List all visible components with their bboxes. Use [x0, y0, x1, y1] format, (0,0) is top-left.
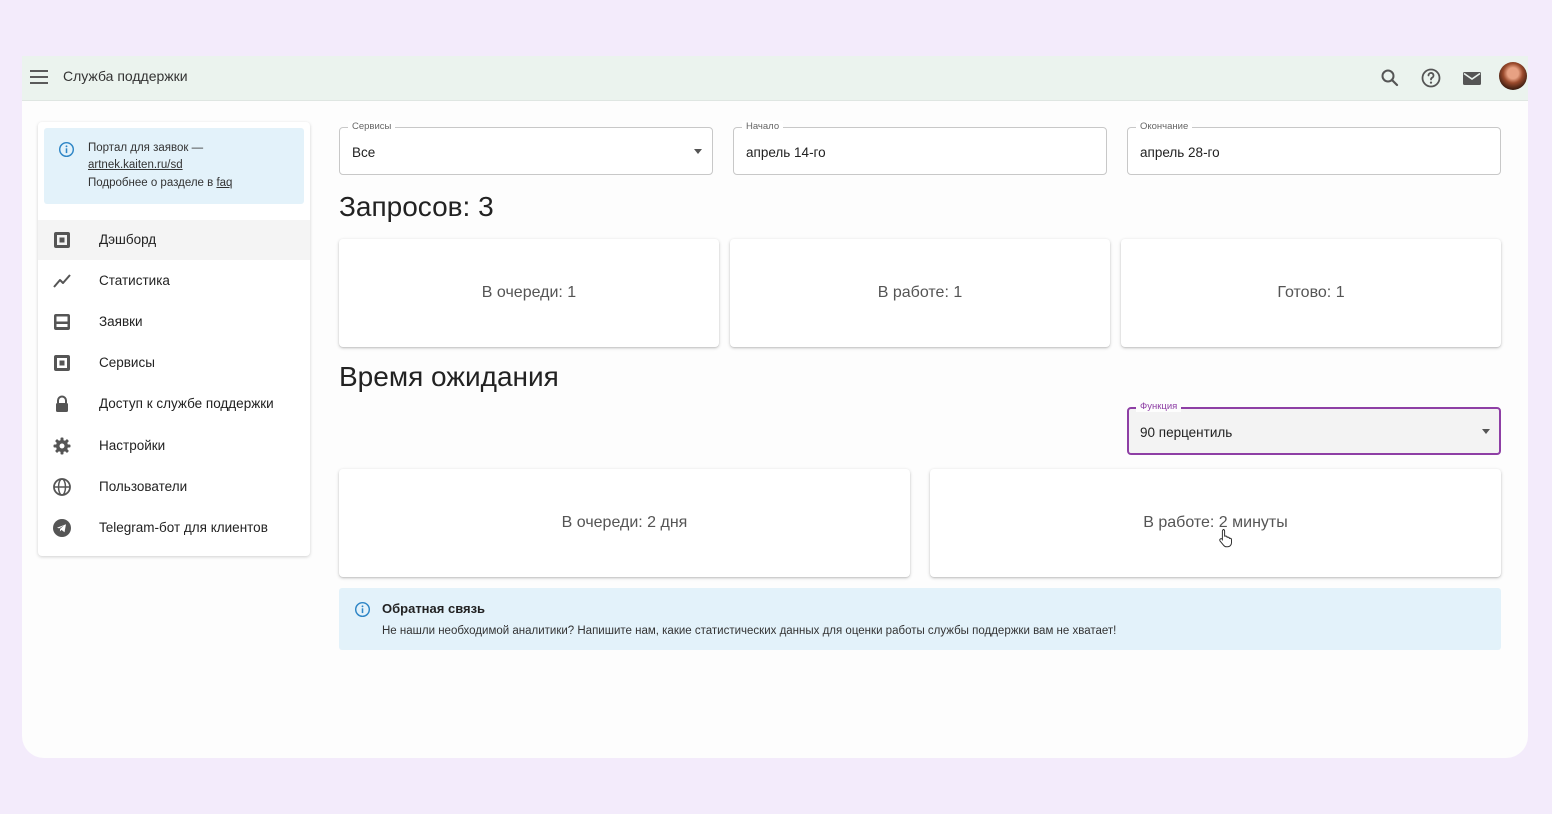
feedback-banner: Обратная связь Не нашли необходимой анал… [339, 588, 1501, 650]
portal-link[interactable]: artnek.kaiten.ru/sd [88, 159, 183, 171]
services-select-value: Все [352, 145, 376, 160]
services-icon [54, 355, 70, 371]
queue-count-card: В очереди: 1 [339, 239, 719, 347]
feedback-title: Обратная связь [382, 601, 486, 616]
lock-icon [56, 395, 68, 412]
inbox-icon [54, 314, 70, 330]
done-count-card: Готово: 1 [1121, 239, 1501, 347]
sidebar-item-label: Доступ к службе поддержки [99, 396, 274, 411]
requests-heading: Запросов: 3 [339, 191, 494, 222]
sidebar-item-services[interactable]: Сервисы [38, 343, 310, 383]
sidebar-item-label: Сервисы [99, 355, 155, 370]
sidebar-item-access[interactable]: Доступ к службе поддержки [38, 384, 310, 424]
sidebar-item-telegram[interactable]: Telegram-бот для клиентов [38, 508, 310, 548]
end-date-field[interactable]: Окончание апрель 28-го [1127, 121, 1501, 175]
sidebar-item-requests[interactable]: Заявки [38, 302, 310, 342]
hand-cursor-icon [1219, 529, 1232, 548]
info-icon [354, 601, 371, 618]
globe-icon [53, 478, 71, 496]
dashboard-icon [54, 232, 70, 248]
queue-wait-card: В очереди: 2 дня [339, 469, 910, 577]
function-select-value: 90 перцентиль [1140, 425, 1233, 440]
start-date-value: апрель 14-го [746, 145, 826, 160]
menu-icon[interactable] [30, 68, 48, 86]
mail-icon[interactable] [1460, 66, 1484, 90]
in-progress-count-text: В работе: 1 [877, 284, 963, 301]
sidebar-item-label: Статистика [99, 273, 170, 288]
start-date-field[interactable]: Начало апрель 14-го [733, 121, 1107, 175]
sidebar-item-label: Настройки [99, 438, 166, 453]
end-date-value: апрель 28-го [1140, 145, 1220, 160]
chevron-down-icon [1482, 429, 1490, 434]
avatar[interactable] [1499, 62, 1527, 90]
telegram-icon [53, 519, 71, 537]
app-window: Служба поддержки Портал для заявок — art… [22, 56, 1528, 758]
top-app-bar: Служба поддержки [22, 56, 1528, 101]
sidebar-item-label: Пользователи [99, 479, 188, 494]
in-progress-count-card: В работе: 1 [730, 239, 1110, 347]
app-title: Служба поддержки [63, 68, 188, 84]
search-icon[interactable] [1378, 66, 1402, 90]
gear-icon [53, 437, 71, 455]
sidebar-item-settings[interactable]: Настройки [38, 426, 310, 466]
start-date-label: Начало [742, 121, 784, 132]
services-select[interactable]: Сервисы Все [339, 121, 713, 175]
portal-info-text: Портал для заявок — [88, 142, 204, 154]
portal-faq-line: Подробнее о разделе в faq [88, 177, 232, 189]
faq-link[interactable]: faq [216, 177, 232, 189]
sidebar-item-users[interactable]: Пользователи [38, 467, 310, 507]
function-select[interactable]: Функция 90 перцентиль [1127, 401, 1501, 455]
faq-prefix: Подробнее о разделе в [88, 177, 217, 189]
sidebar-item-dashboard[interactable]: Дэшборд [38, 220, 310, 260]
work-wait-card: В работе: 2 минуты [930, 469, 1501, 577]
queue-wait-text: В очереди: 2 дня [561, 514, 688, 531]
sidebar: Портал для заявок — artnek.kaiten.ru/sd … [38, 122, 310, 556]
end-date-label: Окончание [1136, 121, 1193, 132]
function-select-label: Функция [1136, 401, 1182, 412]
services-select-label: Сервисы [348, 121, 396, 132]
info-icon [58, 141, 75, 158]
sidebar-item-statistics[interactable]: Статистика [38, 261, 310, 301]
sidebar-item-label: Заявки [99, 314, 143, 329]
chart-line-icon [53, 274, 71, 288]
queue-count-text: В очереди: 1 [481, 284, 577, 301]
sidebar-item-label: Дэшборд [99, 232, 157, 247]
sidebar-item-label: Telegram-бот для клиентов [99, 520, 268, 535]
feedback-text: Не нашли необходимой аналитики? Напишите… [382, 625, 1117, 637]
work-wait-text: В работе: 2 минуты [1143, 514, 1288, 531]
waiting-time-heading: Время ожидания [339, 361, 559, 392]
portal-info-box: Портал для заявок — artnek.kaiten.ru/sd … [44, 128, 304, 204]
done-count-text: Готово: 1 [1277, 284, 1345, 301]
chevron-down-icon [694, 149, 702, 154]
help-icon[interactable] [1419, 66, 1443, 90]
